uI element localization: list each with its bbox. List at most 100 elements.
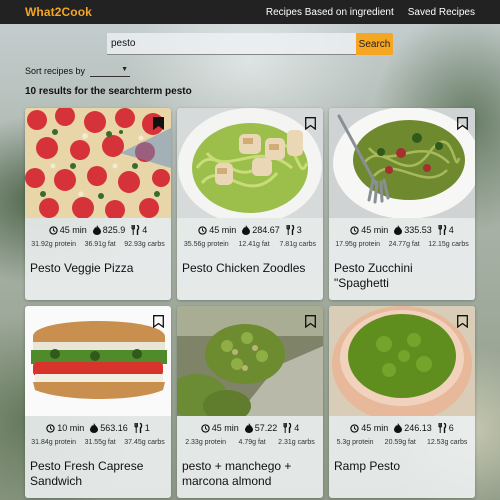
recipe-fat: 36.91g fat xyxy=(84,241,116,248)
recipe-protein: 35.56g protein xyxy=(183,241,229,248)
nav-link-ingredients[interactable]: Recipes Based on ingredient xyxy=(266,7,394,18)
recipe-fat: 31.55g fat xyxy=(84,439,116,446)
clock-icon xyxy=(46,423,55,433)
nav-links: Recipes Based on ingredient Saved Recipe… xyxy=(266,7,475,18)
recipe-card[interactable]: 10 min 563.16 1 31.84g protein 31.55g fa… xyxy=(25,306,171,498)
recipe-carbs: 7.81g carbs xyxy=(279,241,317,248)
recipe-fat: 4.79g fat xyxy=(238,439,266,446)
recipe-macros: 5.3g protein 20.59g fat 12.53g carbs xyxy=(329,439,475,446)
clock-icon xyxy=(49,225,58,235)
recipe-card[interactable]: 45 min 284.67 3 35.56g protein 12.41g fa… xyxy=(177,108,323,300)
recipe-servings: 4 xyxy=(294,423,300,433)
recipe-image[interactable] xyxy=(25,108,171,218)
flame-icon xyxy=(242,225,251,235)
recipe-servings: 1 xyxy=(144,423,150,433)
brand-logo[interactable]: What2Cook xyxy=(25,5,92,19)
flame-icon xyxy=(394,225,403,235)
recipe-title[interactable]: Pesto Veggie Pizza xyxy=(30,261,166,276)
recipe-macros: 2.33g protein 4.79g fat 2.31g carbs xyxy=(177,439,323,446)
clock-icon xyxy=(350,423,359,433)
recipe-stats: 45 min 335.53 4 xyxy=(329,225,475,235)
recipe-stats: 10 min 563.16 1 xyxy=(25,423,171,433)
recipe-image[interactable] xyxy=(329,108,475,218)
recipe-calories: 284.67 xyxy=(252,225,280,235)
flame-icon xyxy=(244,423,253,433)
recipe-title[interactable]: Pesto Chicken Zoodles xyxy=(182,261,318,276)
bookmark-icon[interactable] xyxy=(457,315,468,328)
utensils-icon xyxy=(438,423,447,433)
clock-icon xyxy=(198,225,207,235)
nav-link-saved-recipes[interactable]: Saved Recipes xyxy=(408,7,475,18)
recipe-card[interactable]: 45 min 57.22 4 2.33g protein 4.79g fat 2… xyxy=(177,306,323,498)
recipe-time: 45 min xyxy=(211,423,239,433)
flame-icon xyxy=(90,423,99,433)
sort-row: Sort recipes by ▼ xyxy=(25,65,131,77)
recipe-stats: 45 min 825.9 4 xyxy=(25,225,171,235)
recipe-image[interactable] xyxy=(25,306,171,416)
recipe-calories: 563.16 xyxy=(100,423,128,433)
navbar: What2Cook Recipes Based on ingredient Sa… xyxy=(0,0,500,24)
utensils-icon xyxy=(134,423,143,433)
recipe-calories: 246.13 xyxy=(404,423,432,433)
sort-select[interactable]: ▼ xyxy=(90,65,131,77)
recipe-card[interactable]: 45 min 246.13 6 5.3g protein 20.59g fat … xyxy=(329,306,475,498)
recipe-title[interactable]: Pesto Fresh Caprese Sandwich xyxy=(30,459,166,489)
clock-icon xyxy=(350,225,359,235)
recipe-time: 45 min xyxy=(361,423,389,433)
utensils-icon xyxy=(131,225,140,235)
recipe-macros: 31.84g protein 31.55g fat 37.45g carbs xyxy=(25,439,171,446)
utensils-icon xyxy=(438,225,447,235)
recipe-stats: 45 min 284.67 3 xyxy=(177,225,323,235)
recipe-image[interactable] xyxy=(177,108,323,218)
recipe-protein: 2.33g protein xyxy=(185,439,227,446)
recipe-title[interactable]: pesto + manchego + marcona almond xyxy=(182,459,318,489)
results-count: 10 results for the searchterm pesto xyxy=(25,86,192,97)
bookmark-icon[interactable] xyxy=(305,117,316,130)
bookmark-icon[interactable] xyxy=(457,117,468,130)
search-input[interactable] xyxy=(107,33,356,55)
recipe-stats: 45 min 57.22 4 xyxy=(177,423,323,433)
bookmark-icon[interactable] xyxy=(153,315,164,328)
recipe-protein: 17.95g protein xyxy=(335,241,381,248)
recipe-stats: 45 min 246.13 6 xyxy=(329,423,475,433)
utensils-icon xyxy=(283,423,292,433)
recipe-fat: 24.77g fat xyxy=(388,241,420,248)
bookmark-icon[interactable] xyxy=(153,117,164,130)
recipe-carbs: 2.31g carbs xyxy=(278,439,315,446)
recipe-image[interactable] xyxy=(329,306,475,416)
recipe-time: 45 min xyxy=(209,225,237,235)
search-button[interactable]: Search xyxy=(356,33,393,55)
recipe-calories: 335.53 xyxy=(404,225,432,235)
recipe-title[interactable]: Pesto Zucchini "Spaghetti xyxy=(334,261,470,291)
recipe-protein: 5.3g protein xyxy=(336,439,374,446)
recipe-fat: 20.59g fat xyxy=(384,439,416,446)
recipe-servings: 4 xyxy=(142,225,148,235)
recipe-time: 45 min xyxy=(361,225,389,235)
flame-icon xyxy=(92,225,101,235)
bookmark-icon[interactable] xyxy=(305,315,316,328)
search-bar: Search xyxy=(107,33,393,55)
recipe-image[interactable] xyxy=(177,306,323,416)
recipe-time: 45 min xyxy=(59,225,87,235)
recipe-calories: 57.22 xyxy=(254,423,278,433)
recipe-protein: 31.84g protein xyxy=(31,439,77,446)
recipe-card[interactable]: 45 min 825.9 4 31.92g protein 36.91g fat… xyxy=(25,108,171,300)
recipe-macros: 17.95g protein 24.77g fat 12.15g carbs xyxy=(329,241,475,248)
recipe-carbs: 12.53g carbs xyxy=(426,439,468,446)
recipe-grid: 45 min 825.9 4 31.92g protein 36.91g fat… xyxy=(25,108,475,498)
clock-icon xyxy=(201,423,210,433)
recipe-fat: 12.41g fat xyxy=(238,241,270,248)
recipe-calories: 825.9 xyxy=(102,225,126,235)
recipe-servings: 4 xyxy=(448,225,454,235)
recipe-macros: 35.56g protein 12.41g fat 7.81g carbs xyxy=(177,241,323,248)
sort-label: Sort recipes by xyxy=(25,66,86,76)
flame-icon xyxy=(394,423,403,433)
recipe-macros: 31.92g protein 36.91g fat 92.93g carbs xyxy=(25,241,171,248)
recipe-card[interactable]: 45 min 335.53 4 17.95g protein 24.77g fa… xyxy=(329,108,475,300)
recipe-title[interactable]: Ramp Pesto xyxy=(334,459,470,474)
recipe-carbs: 12.15g carbs xyxy=(428,241,469,248)
recipe-protein: 31.92g protein xyxy=(31,241,77,248)
recipe-servings: 3 xyxy=(296,225,302,235)
recipe-servings: 6 xyxy=(448,423,454,433)
chevron-down-icon: ▼ xyxy=(121,66,129,73)
